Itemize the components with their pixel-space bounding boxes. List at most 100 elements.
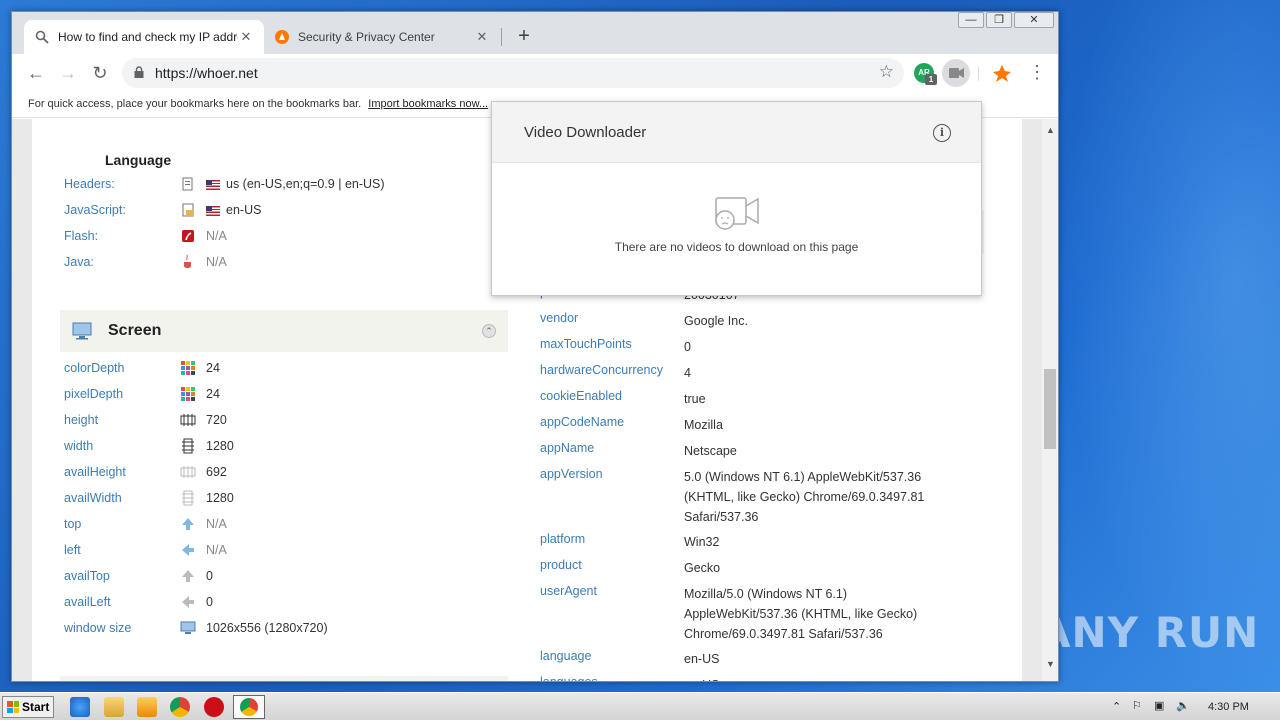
import-bookmarks-link[interactable]: Import bookmarks now...	[368, 98, 488, 110]
clock[interactable]: 4:30 PM	[1208, 701, 1249, 713]
row-key: left	[64, 543, 81, 557]
video-downloader-icon[interactable]	[942, 59, 970, 87]
row-key: height	[64, 413, 99, 427]
row-key: colorDepth	[64, 361, 125, 375]
row-key: cookieEnabled	[540, 389, 623, 403]
screen-row: availHeight 692	[64, 461, 504, 483]
row-value: 0	[206, 595, 213, 609]
forward-icon[interactable]: →	[56, 61, 80, 85]
row-key: JavaScript:	[64, 203, 126, 217]
tab-whoer[interactable]: How to find and check my IP address ✕	[24, 20, 264, 54]
screen-row: top N/A	[64, 513, 504, 535]
row-value: 0	[206, 569, 213, 583]
ie-icon[interactable]	[70, 697, 90, 717]
minimize-button[interactable]: —	[958, 12, 984, 28]
language-section-title: Language	[105, 152, 172, 168]
network-icon[interactable]: ▣	[1154, 699, 1164, 712]
scroll-thumb[interactable]	[1044, 369, 1056, 449]
row-value: en-US	[684, 652, 720, 666]
screen-row: availWidth 1280	[64, 487, 504, 509]
arrow-up-icon	[180, 516, 196, 532]
tab-title: Security & Privacy Center	[298, 30, 435, 44]
screen-section-header[interactable]: Screen ⌃	[60, 310, 508, 352]
extension-badge: 1	[925, 74, 937, 85]
start-button[interactable]: Start	[2, 696, 54, 718]
browser-toolbar: ← → ↻ https://whoer.net ☆ AR 1 ⋮	[12, 54, 1058, 92]
row-key: maxTouchPoints	[540, 337, 632, 351]
screen-row: height 720	[64, 409, 504, 431]
tray-expand-icon[interactable]: ⌃	[1112, 700, 1121, 713]
row-value: 720	[206, 413, 227, 427]
row-value: 1280	[206, 491, 234, 505]
page-scrollbar[interactable]: ▲ ▼	[1042, 119, 1058, 681]
tab-separator	[501, 28, 502, 46]
anyrun-watermark: ANY RUN	[1038, 608, 1259, 657]
media-player-icon[interactable]	[137, 697, 157, 717]
tab-close-icon[interactable]: ✕	[238, 29, 254, 45]
new-tab-button[interactable]: +	[512, 24, 536, 48]
width-icon	[180, 490, 196, 506]
flag-icon[interactable]: ⚐	[1132, 699, 1142, 712]
screen-row: availLeft 0	[64, 591, 504, 613]
back-icon[interactable]: ←	[24, 61, 48, 85]
taskbar: Start ⌃ ⚐ ▣ 🔈 4:30 PM	[0, 692, 1280, 720]
row-key: product	[540, 558, 582, 572]
chevron-up-icon[interactable]: ⌃	[482, 324, 496, 338]
java-icon	[184, 254, 191, 269]
row-value: 5.0 (Windows NT 6.1) AppleWebKit/537.36 …	[684, 470, 925, 524]
close-window-button[interactable]: ✕	[1014, 12, 1054, 28]
bookmark-star-icon[interactable]: ☆	[879, 62, 894, 82]
opera-icon[interactable]	[204, 697, 224, 717]
row-key: platform	[540, 532, 586, 546]
extension-ar-icon[interactable]: AR 1	[914, 63, 937, 85]
arrow-left-icon	[180, 542, 196, 558]
headers-icon	[182, 177, 193, 191]
language-row: Headers: us (en-US,en;q=0.9 | en-US)	[64, 173, 504, 195]
row-value: en-US,en	[684, 675, 944, 681]
color-grid-icon	[180, 360, 196, 376]
row-key: Headers:	[64, 177, 115, 191]
tab-security-center[interactable]: Security & Privacy Center ✕	[264, 20, 500, 54]
row-key: Java:	[64, 255, 94, 269]
toolbar-separator	[978, 67, 979, 81]
menu-dots-icon[interactable]: ⋮	[1028, 62, 1046, 83]
language-row: Java: N/A	[64, 251, 504, 273]
row-value: N/A	[206, 517, 227, 531]
row-key: userAgent	[540, 584, 597, 598]
chrome-icon[interactable]	[170, 697, 190, 717]
reload-icon[interactable]: ↻	[88, 61, 112, 85]
row-value: Win32	[684, 535, 720, 549]
width-icon	[180, 438, 196, 454]
row-key: Flash:	[64, 229, 99, 243]
tab-close-icon[interactable]: ✕	[474, 29, 490, 45]
row-key: appVersion	[540, 467, 603, 481]
row-value-text: us (en-US,en;q=0.9 | en-US)	[226, 177, 385, 191]
arrow-left-icon	[180, 594, 196, 610]
row-value: 692	[206, 465, 227, 479]
avast-icon	[274, 29, 290, 45]
volume-icon[interactable]: 🔈	[1176, 699, 1190, 712]
explorer-folder-icon[interactable]	[104, 697, 124, 717]
restore-button[interactable]: ❐	[986, 12, 1012, 28]
scroll-down-icon[interactable]: ▼	[1046, 659, 1055, 669]
scroll-up-icon[interactable]: ▲	[1046, 125, 1055, 135]
avast-extension-icon[interactable]	[992, 63, 1012, 83]
popup-header: Video Downloader i	[492, 102, 981, 163]
row-key: width	[64, 439, 94, 453]
row-key: vendor	[540, 311, 579, 325]
chrome-icon	[240, 698, 258, 716]
url-text[interactable]: https://whoer.net	[155, 65, 258, 81]
address-bar[interactable]: https://whoer.net ☆	[122, 58, 904, 88]
screen-row: colorDepth 24	[64, 357, 504, 379]
search-icon	[34, 29, 50, 45]
row-value: Netscape	[684, 444, 737, 458]
row-value: true	[684, 392, 706, 406]
row-value: 24	[206, 361, 220, 375]
row-value: en-US	[206, 203, 261, 217]
row-value: 1026x556 (1280x720)	[206, 621, 328, 635]
info-icon[interactable]: i	[933, 124, 951, 142]
taskbar-active-chrome[interactable]	[233, 695, 265, 719]
browser-window: How to find and check my IP address ✕ Se…	[11, 11, 1059, 682]
javascript-icon	[182, 203, 194, 217]
bookmarks-hint: For quick access, place your bookmarks h…	[28, 98, 488, 110]
